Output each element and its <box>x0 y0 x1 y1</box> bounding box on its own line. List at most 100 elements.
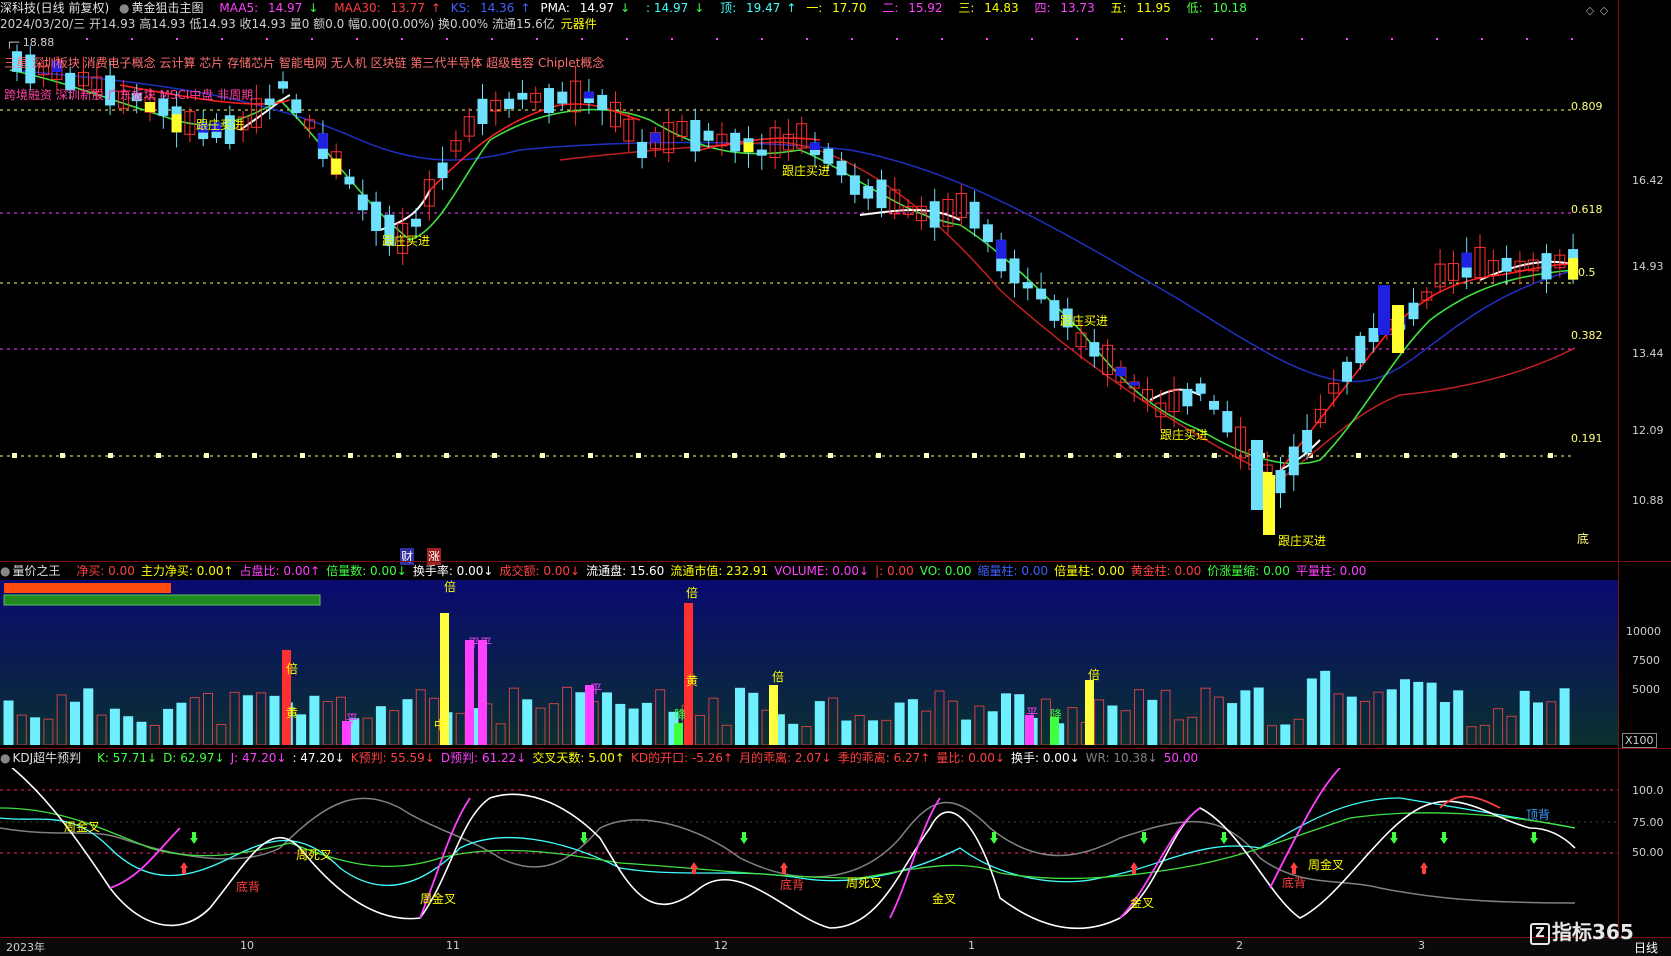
volume-bar <box>1001 693 1011 745</box>
volume-bar <box>1559 688 1570 745</box>
volume-bar <box>1147 699 1158 745</box>
volume-bar <box>1280 724 1291 745</box>
volume-stat: 流通盘: 15.60 <box>586 564 665 578</box>
volume-bar <box>522 699 533 745</box>
kdj-title[interactable]: ● KDJ超牛预判 <box>0 751 87 765</box>
candle-down <box>371 201 382 232</box>
candle-blue <box>1378 285 1390 335</box>
candle-down <box>1251 440 1263 510</box>
fib-0809: 0.809 <box>1571 100 1603 113</box>
candle-yellow <box>1392 305 1404 353</box>
volume-bar-special <box>674 723 683 745</box>
volume-bar <box>1107 705 1118 745</box>
candle-down <box>756 149 767 156</box>
candle-yellow <box>331 158 342 175</box>
moving-averages <box>9 69 1576 481</box>
volume-title[interactable]: ● 量价之王 <box>0 564 67 578</box>
candle-down <box>863 186 874 199</box>
volume-bar <box>1346 696 1357 745</box>
volume-bar <box>841 720 852 745</box>
candle-yellow <box>145 101 155 113</box>
kdj-down-arrow-icon <box>1220 832 1228 844</box>
volume-bar-special <box>1085 680 1094 745</box>
candle-down <box>982 224 993 242</box>
volume-stat: 价涨量缩: 0.00 <box>1207 564 1290 578</box>
buy-signal-4: 跟庄买进 <box>1060 314 1109 328</box>
buy-signal-1: 跟庄买进 <box>196 118 245 132</box>
kdj-down-arrow-icon <box>1390 832 1398 844</box>
volume-bar-special <box>478 640 487 745</box>
fib-dot <box>348 453 353 458</box>
fib-dot <box>1212 453 1217 458</box>
kdj-up-arrow-icon <box>180 862 188 874</box>
kdj-chart[interactable] <box>0 768 1618 938</box>
kdj-down-arrow-icon <box>1530 832 1538 844</box>
kdj-topdiv-1: 顶背 <box>1526 808 1551 822</box>
volume-stat: 倍量数: 0.00↓ <box>326 564 407 578</box>
volume-bar <box>70 701 80 745</box>
fib-dot <box>1452 453 1457 458</box>
fib-dot <box>732 453 737 458</box>
fib-dot <box>396 453 401 458</box>
volume-stat: 净买: 0.00 <box>76 564 135 578</box>
kdj-down-arrow-icon <box>1440 832 1448 844</box>
candle-yellow <box>1263 475 1275 535</box>
candle-down <box>849 175 860 195</box>
kdj-botdiv-2: 底背 <box>780 878 805 892</box>
candle-down <box>1541 253 1552 280</box>
kdj-down-arrow-icon <box>740 832 748 844</box>
volume-bottom-divider <box>0 748 1671 749</box>
volume-bar <box>1253 687 1264 745</box>
kdj-stat: J: 47.20↓ <box>230 751 287 765</box>
kdj-stat: K: 57.71↓ <box>96 751 158 765</box>
fib-dot <box>252 453 257 458</box>
ma-white-seg <box>859 209 961 221</box>
volume-bar <box>1519 690 1530 745</box>
brand-logo-icon: Z <box>1530 922 1550 945</box>
vol-tag-bei-4: 倍 <box>772 670 785 684</box>
candle-down <box>264 98 275 106</box>
volume-stat: 占盘比: 0.00↑ <box>239 564 321 578</box>
kdj-weekgold-1: 周金叉 <box>64 820 101 834</box>
kdj-stats: K: 57.71↓ D: 62.97↓ J: 47.20↓: 47.20↓ K预判: … <box>97 751 1204 765</box>
candle-down <box>411 218 421 227</box>
kdj-stat: WR: 10.38↓ <box>1085 751 1158 765</box>
volume-bar <box>1400 679 1410 745</box>
fib-dot <box>60 453 65 458</box>
volume-stat: 成交额: 0.00↓ <box>499 564 581 578</box>
timeline-month-3: 3 <box>1418 939 1425 952</box>
candle-down <box>1022 282 1033 289</box>
fib-bottom: 底 <box>1577 532 1590 546</box>
volume-bar <box>1533 702 1543 745</box>
buy-signal-3: 跟庄买进 <box>782 164 831 178</box>
volume-bar <box>1014 694 1025 745</box>
fib-dot <box>1116 453 1121 458</box>
fib-dot <box>972 453 977 458</box>
volume-bar-special <box>769 685 778 745</box>
candle-blue <box>317 133 328 149</box>
candle-yellow <box>1568 258 1579 280</box>
candle-down <box>504 98 515 109</box>
volume-bar <box>163 708 174 745</box>
main-price-chart[interactable] <box>0 0 1671 560</box>
vol-tag-jiang-2: 降 <box>1050 708 1063 722</box>
volume-bar <box>907 699 918 745</box>
kdj-down-arrow-icon <box>190 832 198 844</box>
volume-bar <box>123 716 134 745</box>
vol-tag-ping-2: 平 <box>590 682 603 696</box>
indicator-dot-icon: ● <box>0 564 11 578</box>
volume-stat: VOLUME: 0.00↓ <box>774 564 870 578</box>
candle-down <box>278 81 288 89</box>
kdj-botdiv-3: 底背 <box>1282 876 1307 890</box>
kdj-axis-1: 100.0 <box>1632 784 1664 797</box>
kdj-up-arrow-icon <box>780 862 788 874</box>
kdj-gold-1: 金叉 <box>932 892 957 906</box>
buy-signal-6: 跟庄买进 <box>1278 534 1327 548</box>
volume-bar <box>1386 689 1397 745</box>
volume-progress-green <box>3 594 321 606</box>
period-label[interactable]: 日线 <box>1634 939 1658 956</box>
volume-chart[interactable] <box>0 580 1618 745</box>
volume-stat: 主力净买: 0.00↑ <box>140 564 234 578</box>
fib-dot <box>780 453 785 458</box>
candle-blue <box>1461 252 1472 268</box>
